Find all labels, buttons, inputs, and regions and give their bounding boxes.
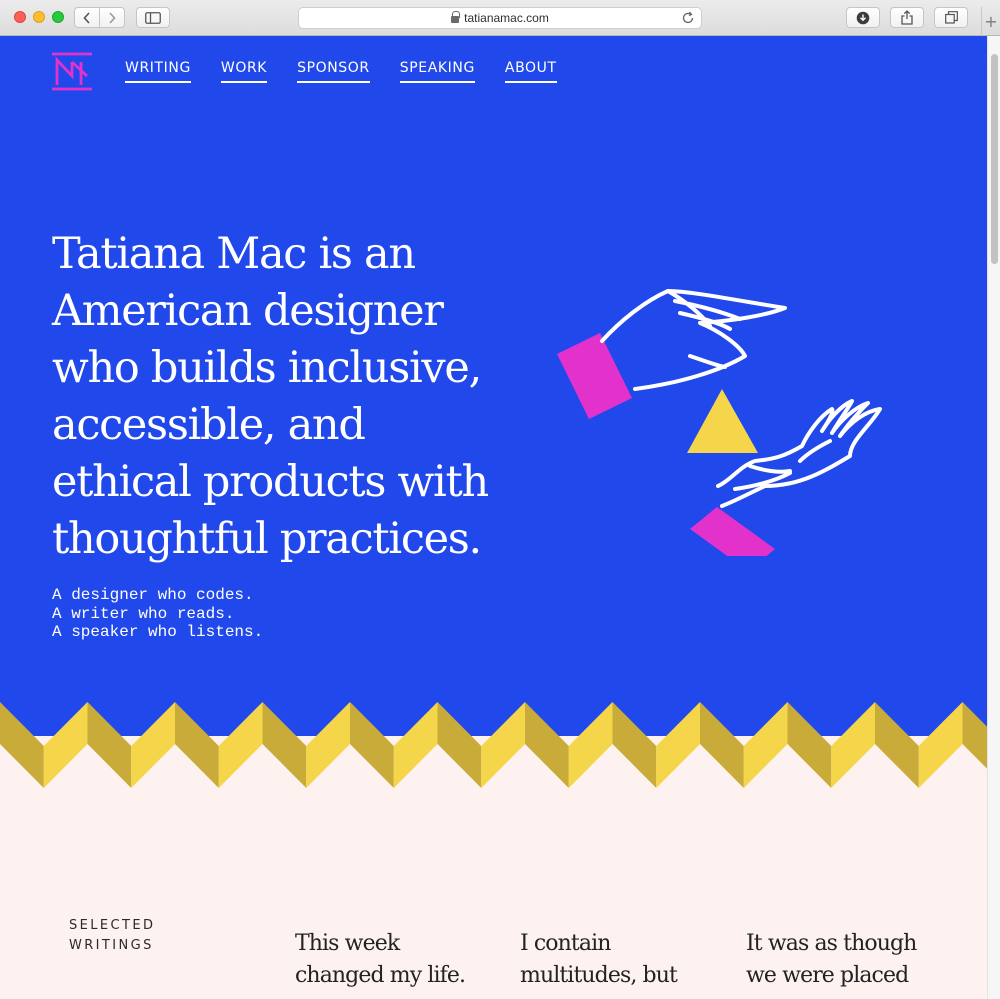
zigzag-divider <box>0 702 987 788</box>
chevron-right-icon <box>109 11 116 24</box>
zigzag-segment <box>306 702 350 788</box>
writing-title-line: This week <box>295 931 400 956</box>
zigzag-segment <box>350 702 394 788</box>
download-icon <box>856 11 870 24</box>
writing-title-line: multitudes, but <box>520 963 678 988</box>
minimize-window-button[interactable] <box>33 11 45 23</box>
section-label-line: SELECTED <box>69 918 156 933</box>
zigzag-segment <box>918 702 963 788</box>
writing-title-line: we were placed <box>746 963 909 988</box>
writing-title-line: I contain <box>520 931 611 956</box>
zoom-window-button[interactable] <box>52 11 64 23</box>
zigzag-segment <box>743 702 788 788</box>
zigzag-segment <box>656 702 700 788</box>
logo-icon[interactable] <box>52 52 92 92</box>
nav-speaking-link[interactable]: SPEAKING <box>399 59 475 83</box>
writing-title-line: It was as though <box>746 931 917 956</box>
zigzag-segment <box>612 702 657 788</box>
selected-writings-label: SELECTED WRITINGS <box>69 916 155 956</box>
sidebar-toggle-button[interactable] <box>136 7 170 28</box>
tagline-line: A writer who reads. <box>52 604 235 623</box>
zigzag-segment <box>700 702 744 788</box>
zigzag-segment <box>87 702 132 788</box>
zigzag-segment <box>43 702 88 788</box>
zigzag-segment <box>831 702 875 788</box>
section-label-line: WRITINGS <box>69 938 154 953</box>
nav-writing-link[interactable]: WRITING <box>125 59 191 83</box>
sidebar-icon <box>145 11 161 24</box>
tagline-line: A speaker who listens. <box>52 623 264 641</box>
main-navigation: WRITING WORK SPONSOR SPEAKING ABOUT <box>125 59 587 83</box>
nav-sponsor-link[interactable]: SPONSOR <box>297 59 370 83</box>
writing-link[interactable]: It was as though we were placed <box>746 928 946 992</box>
forward-button[interactable] <box>99 7 125 28</box>
history-navigation <box>74 7 126 28</box>
zigzag-segment <box>787 702 832 788</box>
plus-icon: + <box>984 12 998 31</box>
lock-icon <box>451 10 461 24</box>
url-text: tatianamac.com <box>464 11 549 25</box>
writing-title-line: changed my life. <box>295 963 466 988</box>
zigzag-segment <box>0 702 44 788</box>
tagline-line: A designer who codes. <box>52 586 254 604</box>
page-viewport: WRITING WORK SPONSOR SPEAKING ABOUT Tati… <box>0 36 987 999</box>
downloads-button[interactable] <box>846 7 880 28</box>
zigzag-segment <box>525 702 569 788</box>
tabs-icon <box>944 11 958 24</box>
zigzag-segment <box>875 702 919 788</box>
browser-toolbar: tatianamac.com + <box>0 0 1000 36</box>
writing-link[interactable]: I contain multitudes, but <box>520 928 720 992</box>
hands-triangle-illustration <box>557 289 882 556</box>
scrollbar-thumb[interactable] <box>991 54 998 264</box>
page-scrollbar[interactable] <box>987 36 1000 999</box>
zigzag-segment <box>218 702 263 788</box>
zigzag-segment <box>962 702 987 769</box>
zigzag-segment <box>481 702 525 788</box>
reload-icon[interactable] <box>681 11 695 25</box>
zigzag-segment <box>175 702 219 788</box>
zigzag-segment <box>131 702 175 788</box>
back-button[interactable] <box>74 7 100 28</box>
new-tab-button[interactable]: + <box>981 7 1000 36</box>
share-icon <box>901 10 913 25</box>
nav-about-link[interactable]: ABOUT <box>504 59 557 83</box>
zigzag-segment <box>393 702 438 788</box>
zigzag-segment <box>437 702 482 788</box>
zigzag-segment <box>568 702 613 788</box>
chevron-left-icon <box>83 11 90 24</box>
address-bar[interactable]: tatianamac.com <box>298 7 702 29</box>
nav-work-link[interactable]: WORK <box>220 59 268 83</box>
hero-headline: Tatiana Mac is an American designer who … <box>52 229 489 564</box>
tab-overview-button[interactable] <box>934 7 968 28</box>
zigzag-segment <box>262 702 307 788</box>
writing-link[interactable]: This week changed my life. <box>295 928 495 992</box>
close-window-button[interactable] <box>14 11 26 23</box>
hero-tagline: A designer who codes. A writer who reads… <box>52 586 263 642</box>
share-button[interactable] <box>890 7 924 28</box>
